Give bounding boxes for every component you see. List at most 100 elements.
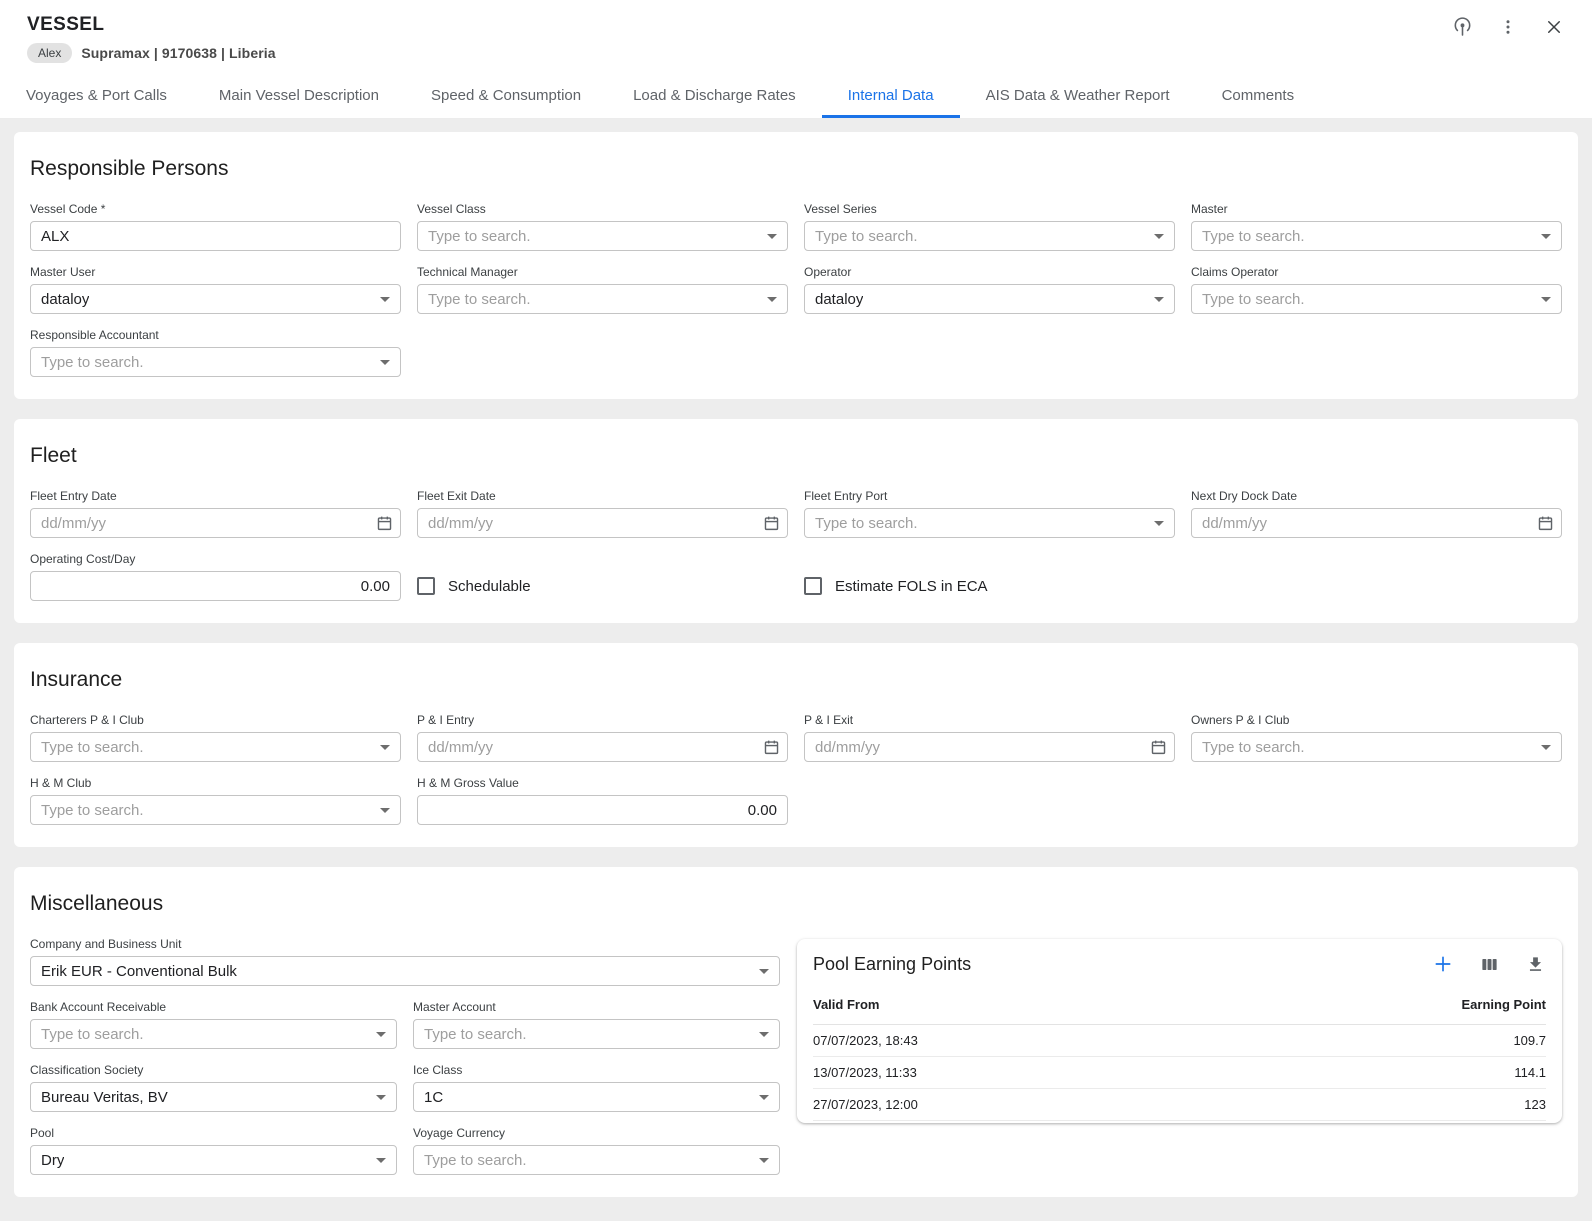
company-and-business-unit-field: Company and Business Unit Erik EUR - Con… xyxy=(30,937,780,986)
master-user-combobox[interactable]: dataloy xyxy=(30,284,401,314)
company-and-business-unit-combobox[interactable]: Erik EUR - Conventional Bulk xyxy=(30,956,780,986)
checkbox-label: Estimate FOLS in ECA xyxy=(835,578,988,595)
fleet-exit-date-field: Fleet Exit Date xyxy=(417,489,788,538)
column-header-earning-point[interactable]: Earning Point xyxy=(1219,991,1546,1025)
selected-value: Dry xyxy=(41,1152,64,1169)
fleet-entry-port-field: Fleet Entry Port Type to search. xyxy=(804,489,1175,538)
charterers-pi-club-combobox[interactable]: Type to search. xyxy=(30,732,401,762)
tab-ais-data-weather-report[interactable]: AIS Data & Weather Report xyxy=(960,75,1196,118)
placeholder-text: Type to search. xyxy=(1202,291,1305,308)
ice-class-field: Ice Class 1C xyxy=(413,1063,780,1112)
pool-combobox[interactable]: Dry xyxy=(30,1145,397,1175)
insurance-section: Insurance Charterers P & I Club Type to … xyxy=(14,643,1578,847)
field-label: Fleet Entry Port xyxy=(804,489,1175,503)
fleet-section: Fleet Fleet Entry Date Fleet Exit Date F… xyxy=(14,419,1578,623)
earning-point-cell: 123 xyxy=(1219,1089,1546,1121)
field-label: Master Account xyxy=(413,1000,780,1014)
tab-speed-consumption[interactable]: Speed & Consumption xyxy=(405,75,607,118)
miscellaneous-section: Miscellaneous Company and Business Unit … xyxy=(14,867,1578,1197)
bank-account-receivable-combobox[interactable]: Type to search. xyxy=(30,1019,397,1049)
broadcast-icon[interactable] xyxy=(1451,16,1473,38)
tab-main-vessel-description[interactable]: Main Vessel Description xyxy=(193,75,405,118)
table-row[interactable]: 07/07/2023, 18:43 109.7 xyxy=(813,1025,1546,1057)
master-combobox[interactable]: Type to search. xyxy=(1191,221,1562,251)
chevron-down-icon xyxy=(759,1095,769,1100)
placeholder-text: Type to search. xyxy=(41,1026,144,1043)
technical-manager-combobox[interactable]: Type to search. xyxy=(417,284,788,314)
calendar-icon[interactable] xyxy=(763,739,780,756)
hm-club-combobox[interactable]: Type to search. xyxy=(30,795,401,825)
kebab-menu-icon[interactable] xyxy=(1497,16,1519,38)
pi-exit-date-input[interactable] xyxy=(804,732,1175,762)
classification-society-combobox[interactable]: Bureau Veritas, BV xyxy=(30,1082,397,1112)
owners-pi-club-combobox[interactable]: Type to search. xyxy=(1191,732,1562,762)
placeholder-text: Type to search. xyxy=(41,354,144,371)
field-label: Master xyxy=(1191,202,1562,216)
valid-from-cell: 07/07/2023, 18:43 xyxy=(813,1025,1219,1057)
charterers-pi-club-field: Charterers P & I Club Type to search. xyxy=(30,713,401,762)
calendar-icon[interactable] xyxy=(1537,515,1554,532)
field-label: Claims Operator xyxy=(1191,265,1562,279)
pi-entry-date-input[interactable] xyxy=(417,732,788,762)
field-label: Company and Business Unit xyxy=(30,937,780,951)
calendar-icon[interactable] xyxy=(763,515,780,532)
columns-icon[interactable] xyxy=(1478,953,1500,975)
operator-combobox[interactable]: dataloy xyxy=(804,284,1175,314)
vessel-code-input[interactable] xyxy=(30,221,401,251)
add-icon[interactable] xyxy=(1432,953,1454,975)
section-title: Fleet xyxy=(30,444,1562,468)
next-dry-dock-date-input[interactable] xyxy=(1191,508,1562,538)
responsible-persons-section: Responsible Persons Vessel Code * Vessel… xyxy=(14,132,1578,399)
fleet-exit-date-input[interactable] xyxy=(417,508,788,538)
tab-voyages-port-calls[interactable]: Voyages & Port Calls xyxy=(0,75,193,118)
responsible-accountant-combobox[interactable]: Type to search. xyxy=(30,347,401,377)
column-header-valid-from[interactable]: Valid From xyxy=(813,991,1219,1025)
master-field: Master Type to search. xyxy=(1191,202,1562,251)
field-label: Owners P & I Club xyxy=(1191,713,1562,727)
chevron-down-icon xyxy=(1154,234,1164,239)
download-icon[interactable] xyxy=(1524,953,1546,975)
hm-gross-value-input[interactable] xyxy=(417,795,788,825)
chevron-down-icon xyxy=(1154,297,1164,302)
calendar-icon[interactable] xyxy=(1150,739,1167,756)
field-label: Next Dry Dock Date xyxy=(1191,489,1562,503)
ice-class-combobox[interactable]: 1C xyxy=(413,1082,780,1112)
field-label: Pool xyxy=(30,1126,397,1140)
pool-earning-points-card: Pool Earning Points xyxy=(797,939,1562,1123)
field-label: Fleet Entry Date xyxy=(30,489,401,503)
field-label: Operating Cost/Day xyxy=(30,552,401,566)
tab-comments[interactable]: Comments xyxy=(1196,75,1321,118)
field-label: Voyage Currency xyxy=(413,1126,780,1140)
calendar-icon[interactable] xyxy=(376,515,393,532)
vessel-series-combobox[interactable]: Type to search. xyxy=(804,221,1175,251)
pool-earning-points-actions xyxy=(1432,953,1546,975)
placeholder-text: Type to search. xyxy=(424,1152,527,1169)
technical-manager-field: Technical Manager Type to search. xyxy=(417,265,788,314)
operating-cost-day-field: Operating Cost/Day xyxy=(30,552,401,601)
pool-field: Pool Dry xyxy=(30,1126,397,1175)
schedulable-checkbox-field: Schedulable xyxy=(417,571,788,601)
chevron-down-icon xyxy=(1541,234,1551,239)
tab-load-discharge-rates[interactable]: Load & Discharge Rates xyxy=(607,75,822,118)
claims-operator-combobox[interactable]: Type to search. xyxy=(1191,284,1562,314)
vessel-alias-badge: Alex xyxy=(27,43,72,63)
schedulable-checkbox[interactable] xyxy=(417,577,435,595)
chevron-down-icon xyxy=(767,234,777,239)
fleet-entry-date-input[interactable] xyxy=(30,508,401,538)
master-account-combobox[interactable]: Type to search. xyxy=(413,1019,780,1049)
table-row[interactable]: 27/07/2023, 12:00 123 xyxy=(813,1089,1546,1121)
pi-exit-field: P & I Exit xyxy=(804,713,1175,762)
estimate-fols-in-eca-checkbox[interactable] xyxy=(804,577,822,595)
operating-cost-day-input[interactable] xyxy=(30,571,401,601)
chevron-down-icon xyxy=(376,1095,386,1100)
vessel-class-combobox[interactable]: Type to search. xyxy=(417,221,788,251)
tab-internal-data[interactable]: Internal Data xyxy=(822,75,960,118)
close-icon[interactable] xyxy=(1543,16,1565,38)
tab-bar: Voyages & Port Calls Main Vessel Descrip… xyxy=(0,75,1592,119)
selected-value: 1C xyxy=(424,1089,443,1106)
checkbox-label: Schedulable xyxy=(448,578,531,595)
table-row[interactable]: 13/07/2023, 11:33 114.1 xyxy=(813,1057,1546,1089)
fleet-entry-port-combobox[interactable]: Type to search. xyxy=(804,508,1175,538)
master-user-field: Master User dataloy xyxy=(30,265,401,314)
voyage-currency-combobox[interactable]: Type to search. xyxy=(413,1145,780,1175)
